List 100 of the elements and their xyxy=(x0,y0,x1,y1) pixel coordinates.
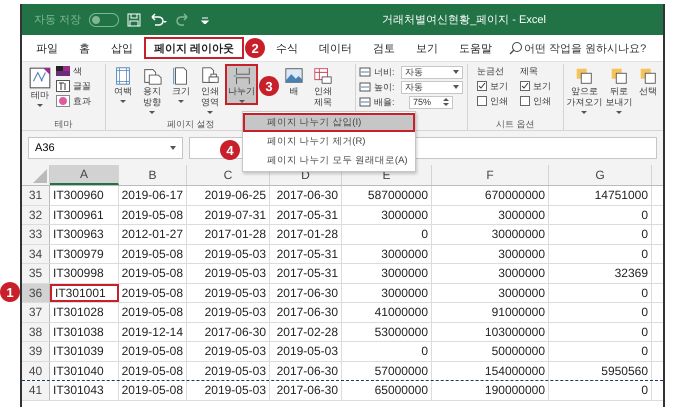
checkbox[interactable] xyxy=(520,81,530,91)
scale-select[interactable]: 자동 xyxy=(401,66,463,78)
checkbox[interactable] xyxy=(520,96,530,106)
row-header[interactable]: 34 xyxy=(22,244,50,263)
table-cell: 3000000 xyxy=(342,206,432,224)
scale-select[interactable]: 자동 xyxy=(401,80,463,94)
column-header[interactable]: G xyxy=(549,165,652,185)
scale-label: 높이: xyxy=(374,80,396,94)
page-setup-button[interactable]: 여백 xyxy=(109,64,137,105)
ribbon-tab[interactable]: 검토 xyxy=(363,37,406,59)
table-cell: 2017-05-31 xyxy=(270,206,342,224)
tell-me-field[interactable]: 어떤 작업을 원하시나요? xyxy=(524,40,646,56)
ribbon-tab[interactable]: 파일 xyxy=(26,37,68,59)
table-cell: 0 xyxy=(549,284,652,302)
page-setup-button[interactable]: 용지 방향 xyxy=(138,64,166,116)
scale-icon xyxy=(359,96,371,108)
layers-icon xyxy=(608,66,629,86)
search-icon xyxy=(509,41,524,55)
ribbon-tab[interactable]: 페이지 레이아웃 xyxy=(144,37,244,59)
menu-item[interactable]: 페이지 나누기 제거(R) xyxy=(243,132,415,151)
autosave-toggle[interactable] xyxy=(89,12,120,26)
row-header[interactable]: 39 xyxy=(22,342,50,360)
margins-icon xyxy=(113,66,133,86)
table-cell: 2019-05-03 xyxy=(187,303,270,322)
row-header[interactable]: 41 xyxy=(22,381,50,400)
page-setup-button[interactable]: 나누기 xyxy=(225,64,258,105)
theme-option-button[interactable]: 글꼴 xyxy=(56,79,91,93)
table-cell: 32369 xyxy=(549,264,652,282)
row-header[interactable]: 35 xyxy=(22,264,50,282)
ribbon-tab[interactable]: 수식 xyxy=(266,37,308,59)
arrange-button[interactable]: 앞으로 가져오기 xyxy=(565,64,604,116)
table-cell: IT301040 xyxy=(50,362,119,380)
table-cell: 50000000 xyxy=(432,342,549,360)
customize-toolbar-icon[interactable] xyxy=(201,16,210,24)
checkbox[interactable] xyxy=(477,96,487,106)
table-cell: 14751000 xyxy=(549,186,652,204)
scale-spin-field[interactable]: 75% xyxy=(409,96,453,108)
checkbox-label: 인쇄 xyxy=(490,94,508,108)
page-setup-button[interactable]: 크기 xyxy=(167,64,195,105)
table-cell: 587000000 xyxy=(342,186,432,204)
step-badge: 1 xyxy=(0,282,20,302)
scale-icon xyxy=(359,66,371,78)
ribbon-tab[interactable]: 삽입 xyxy=(101,37,143,59)
table-cell: 91000000 xyxy=(432,303,549,322)
page-setup-button[interactable]: 인쇄 영역 xyxy=(196,64,224,116)
page-setup-button[interactable]: 배 xyxy=(280,64,308,99)
checkbox-label: 인쇄 xyxy=(533,94,551,108)
table-cell: IT301039 xyxy=(50,342,119,360)
ribbon-tab[interactable]: 보기 xyxy=(406,37,448,59)
scale-label: 배율: xyxy=(374,96,396,108)
arrange-button[interactable]: 선택 xyxy=(634,64,662,99)
column-header[interactable]: F xyxy=(432,165,549,185)
table-cell: 3000000 xyxy=(432,284,549,302)
fonts-icon xyxy=(56,80,70,92)
checkmark-icon xyxy=(478,82,486,90)
table-cell: 103000000 xyxy=(432,322,549,341)
undo-icon[interactable] xyxy=(149,12,168,26)
table-cell: 30000000 xyxy=(432,225,549,244)
table-cell: 3000000 xyxy=(432,244,549,263)
column-header[interactable]: A xyxy=(50,165,119,185)
table-cell: 154000000 xyxy=(432,362,549,380)
row-header[interactable]: 36 xyxy=(22,284,50,302)
table-cell: 190000000 xyxy=(432,381,549,400)
layers-icon xyxy=(574,66,594,86)
name-box[interactable]: A36 xyxy=(28,137,183,159)
ribbon-tab[interactable]: 데이터 xyxy=(309,37,362,59)
table-cell: 2019-05-08 xyxy=(119,244,187,263)
dropdown-icon xyxy=(453,85,459,89)
row-header[interactable]: 38 xyxy=(22,322,50,341)
print-area-icon xyxy=(200,66,220,86)
autosave-label: 자동 저장 xyxy=(34,13,82,27)
table-cell: 2017-05-31 xyxy=(270,244,342,263)
table-cell: 0 xyxy=(549,244,652,263)
arrange-button[interactable]: 뒤로 보내기 xyxy=(604,64,634,116)
column-header[interactable]: B xyxy=(119,165,187,185)
ribbon-tab[interactable]: 도움말 xyxy=(449,37,502,59)
checkbox-label: 보기 xyxy=(533,80,551,92)
table-cell: IT300998 xyxy=(50,264,119,282)
checkbox[interactable] xyxy=(477,81,487,91)
menu-item[interactable]: 페이지 나누기 삽입(I) xyxy=(243,113,415,132)
row-header[interactable]: 31 xyxy=(22,186,50,204)
table-cell: 2019-05-03 xyxy=(187,362,270,380)
table-cell: 0 xyxy=(342,342,432,360)
row-header[interactable]: 33 xyxy=(22,225,50,244)
table-cell: 5950560 xyxy=(549,362,652,380)
table-cell: 2017-06-30 xyxy=(270,381,342,400)
table-cell: 65000000 xyxy=(342,381,432,400)
row-header[interactable]: 37 xyxy=(22,303,50,322)
save-icon[interactable] xyxy=(127,12,142,26)
theme-option-button[interactable]: 색 xyxy=(56,64,91,78)
page-setup-button[interactable]: 인쇄 제목 xyxy=(309,64,337,110)
ribbon-tab[interactable]: 홈 xyxy=(69,37,100,59)
option-heading: 눈금선 xyxy=(477,64,505,78)
themes-button[interactable]: 테마 xyxy=(25,64,55,109)
row-header[interactable]: 40 xyxy=(22,362,50,380)
table-cell: 2019-07-31 xyxy=(187,206,270,224)
theme-option-button[interactable]: 효과 xyxy=(56,94,91,108)
table-cell: 2019-05-08 xyxy=(119,206,187,224)
step-badge: 3 xyxy=(259,76,279,96)
row-header[interactable]: 32 xyxy=(22,206,50,224)
